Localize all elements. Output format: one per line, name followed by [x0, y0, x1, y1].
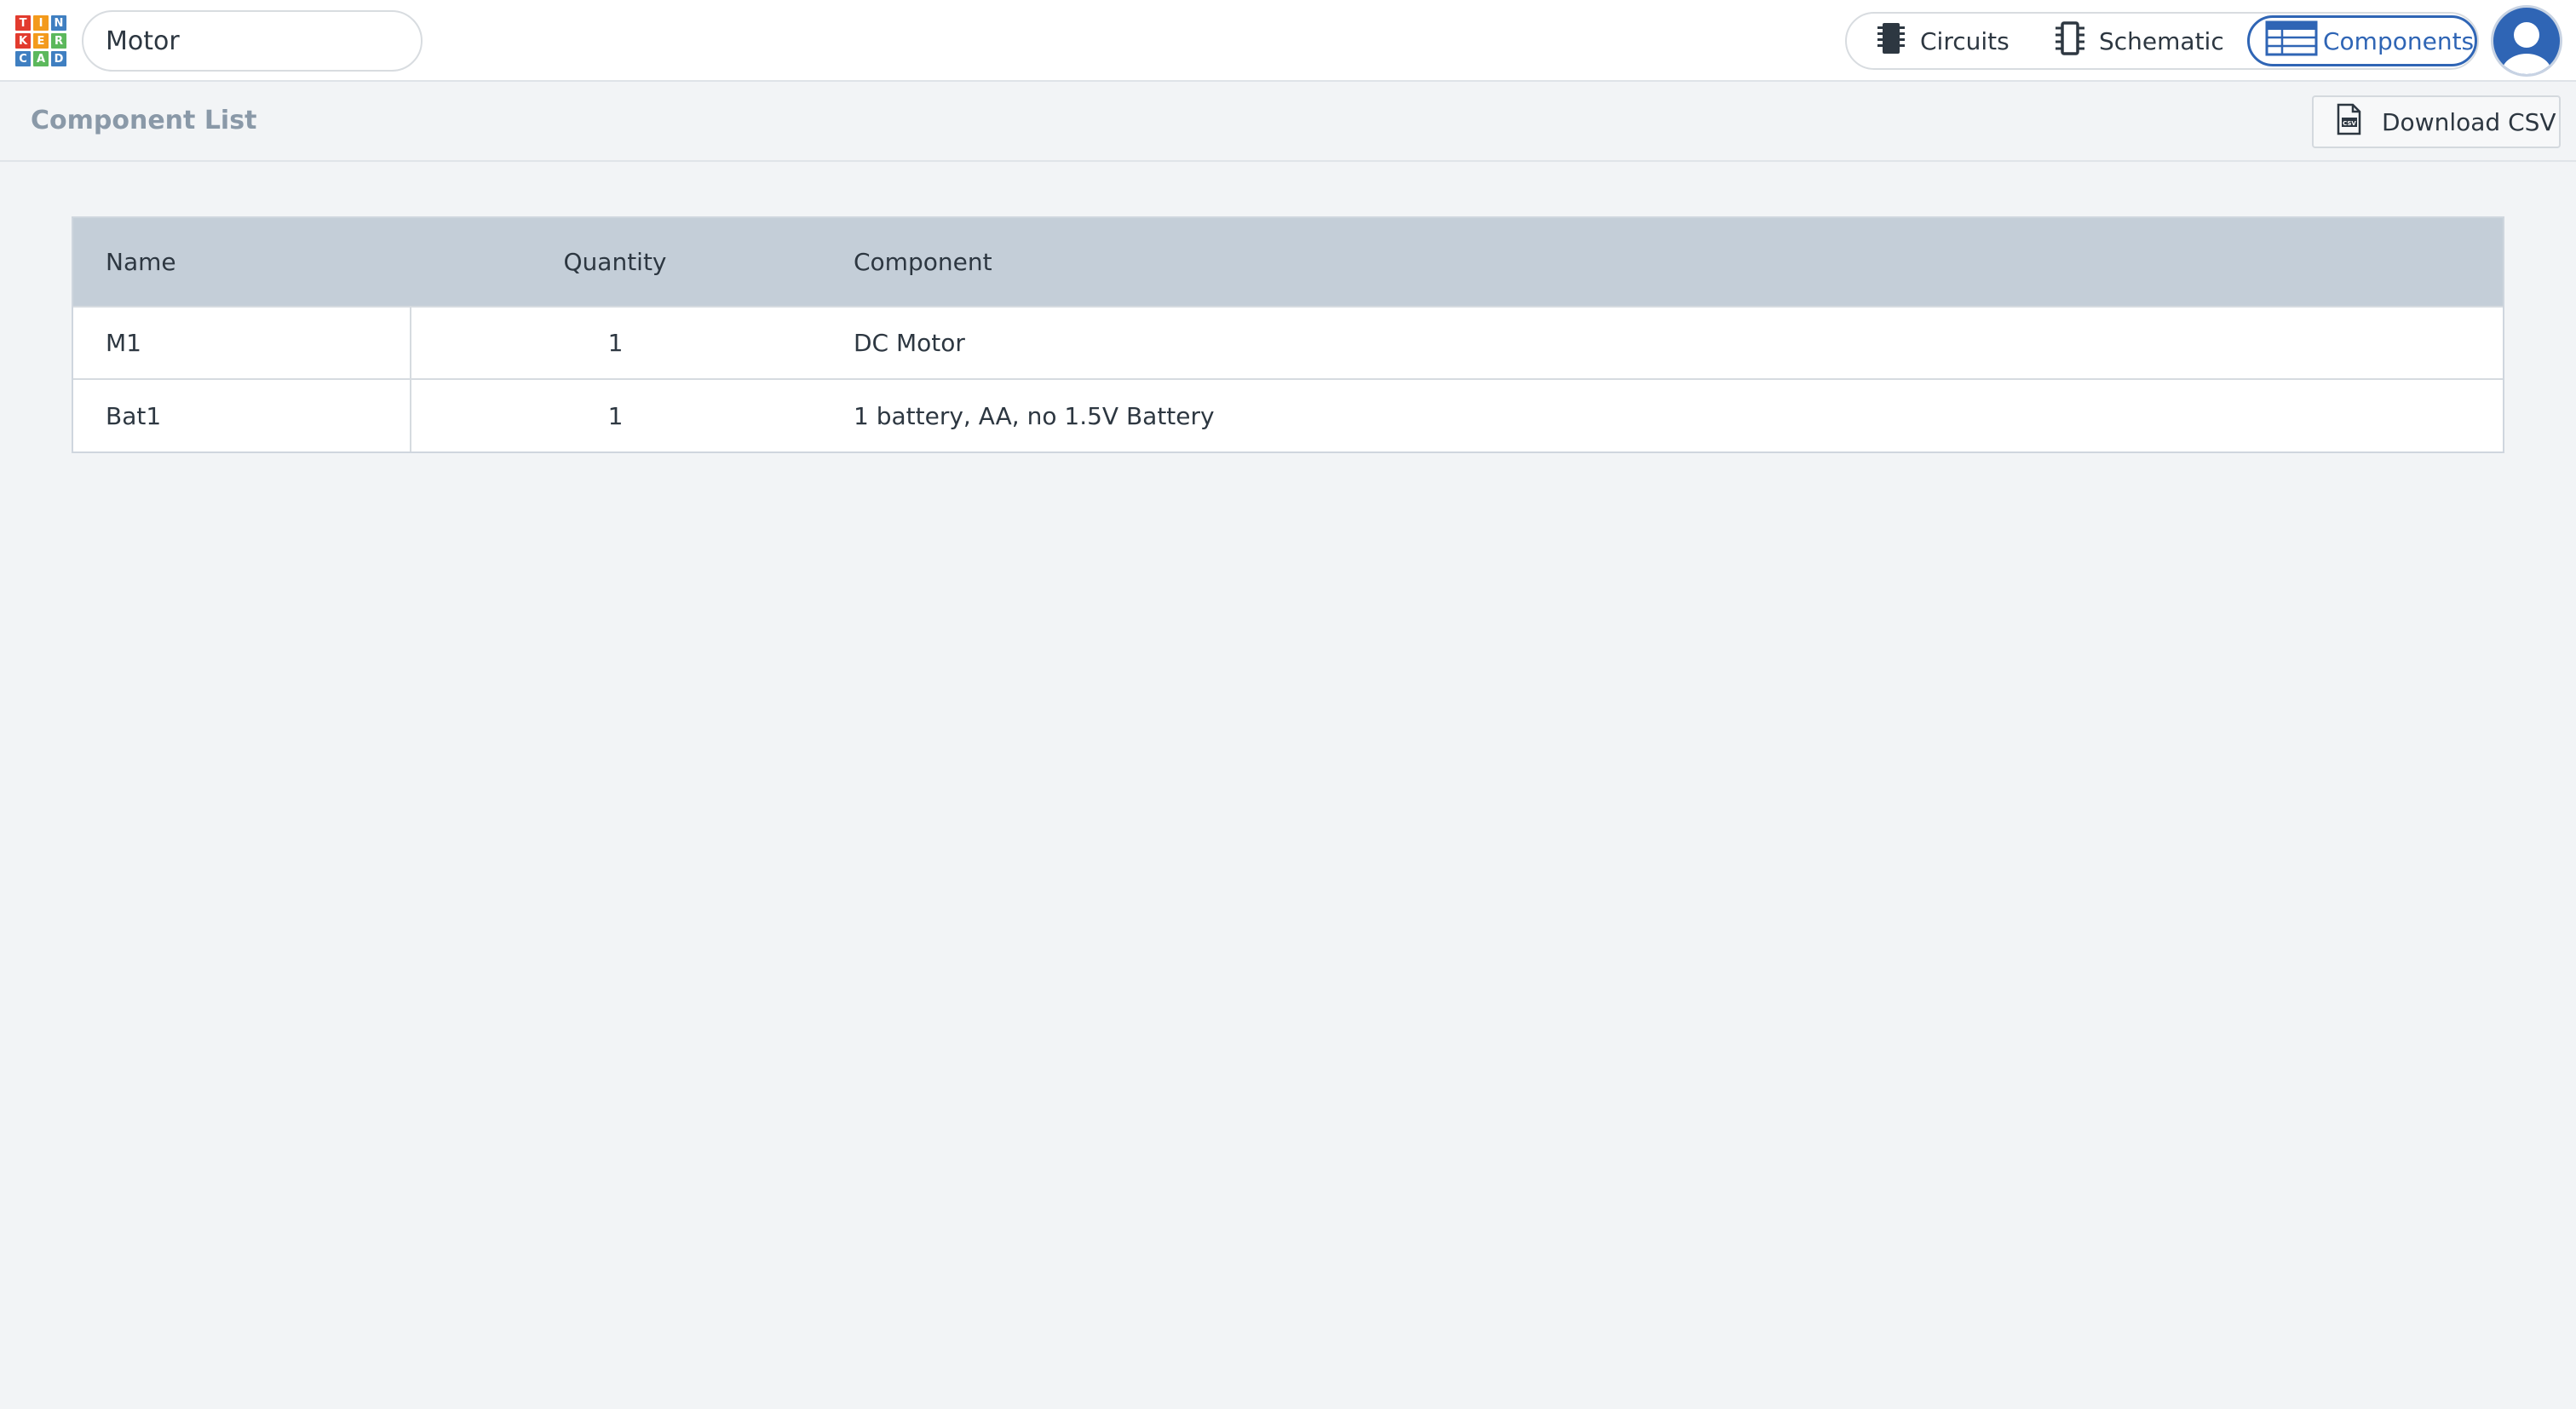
logo-letter: T [15, 15, 31, 31]
view-switcher: Circuits Schematic Components [1845, 12, 2479, 70]
logo-letter: I [33, 15, 49, 31]
cell-name: M1 [73, 307, 411, 379]
components-label: Components [2323, 26, 2475, 55]
logo-letter: C [15, 51, 31, 66]
column-header-name[interactable]: Name [73, 218, 411, 307]
schematic-label: Schematic [2099, 26, 2224, 55]
cell-component: 1 battery, AA, no 1.5V Battery [854, 401, 1215, 430]
logo-letter: E [33, 33, 49, 49]
table-row[interactable]: M1 1 DC Motor [73, 307, 2503, 379]
logo-letter: A [33, 51, 49, 66]
cell-quantity: 1 [607, 401, 624, 430]
column-header-component[interactable]: Component [819, 218, 2503, 307]
user-avatar-icon[interactable] [2491, 5, 2562, 77]
project-name-text: Motor [106, 26, 180, 56]
logo-letter: K [15, 33, 31, 49]
column-header-quantity[interactable]: Quantity [411, 218, 819, 307]
top-bar: T I N K E R C A D Motor Circuits Schemat… [0, 0, 2576, 82]
logo-letter: R [51, 33, 66, 49]
csv-file-icon: CSV [2334, 103, 2363, 141]
cell-name: Bat1 [73, 379, 411, 451]
schematic-view-button[interactable]: Schematic [2053, 14, 2224, 68]
tinkercad-logo[interactable]: T I N K E R C A D [15, 15, 66, 66]
components-view-button[interactable]: Components [2247, 15, 2477, 66]
download-csv-button[interactable]: CSV Download CSV [2312, 95, 2561, 148]
table-header-row: Name Quantity Component [73, 218, 2503, 307]
download-csv-label: Download CSV [2382, 107, 2556, 136]
table-row[interactable]: Bat1 1 1 battery, AA, no 1.5V Battery [73, 379, 2503, 451]
schematic-icon [2053, 20, 2087, 63]
sub-header: Component List CSV Download CSV [0, 82, 2576, 162]
component-table: Name Quantity Component M1 1 DC Motor Ba… [72, 216, 2504, 453]
chip-icon [1874, 20, 1908, 63]
logo-letter: D [51, 51, 66, 66]
logo-letter: N [51, 15, 66, 31]
circuits-view-button[interactable]: Circuits [1874, 14, 2010, 68]
project-name-field[interactable]: Motor [82, 10, 423, 72]
cell-quantity: 1 [607, 329, 624, 357]
page-title: Component List [31, 106, 257, 135]
cell-component: DC Motor [854, 329, 965, 357]
svg-text:CSV: CSV [2343, 120, 2356, 127]
circuits-label: Circuits [1920, 26, 2010, 55]
table-list-icon [2265, 20, 2318, 63]
